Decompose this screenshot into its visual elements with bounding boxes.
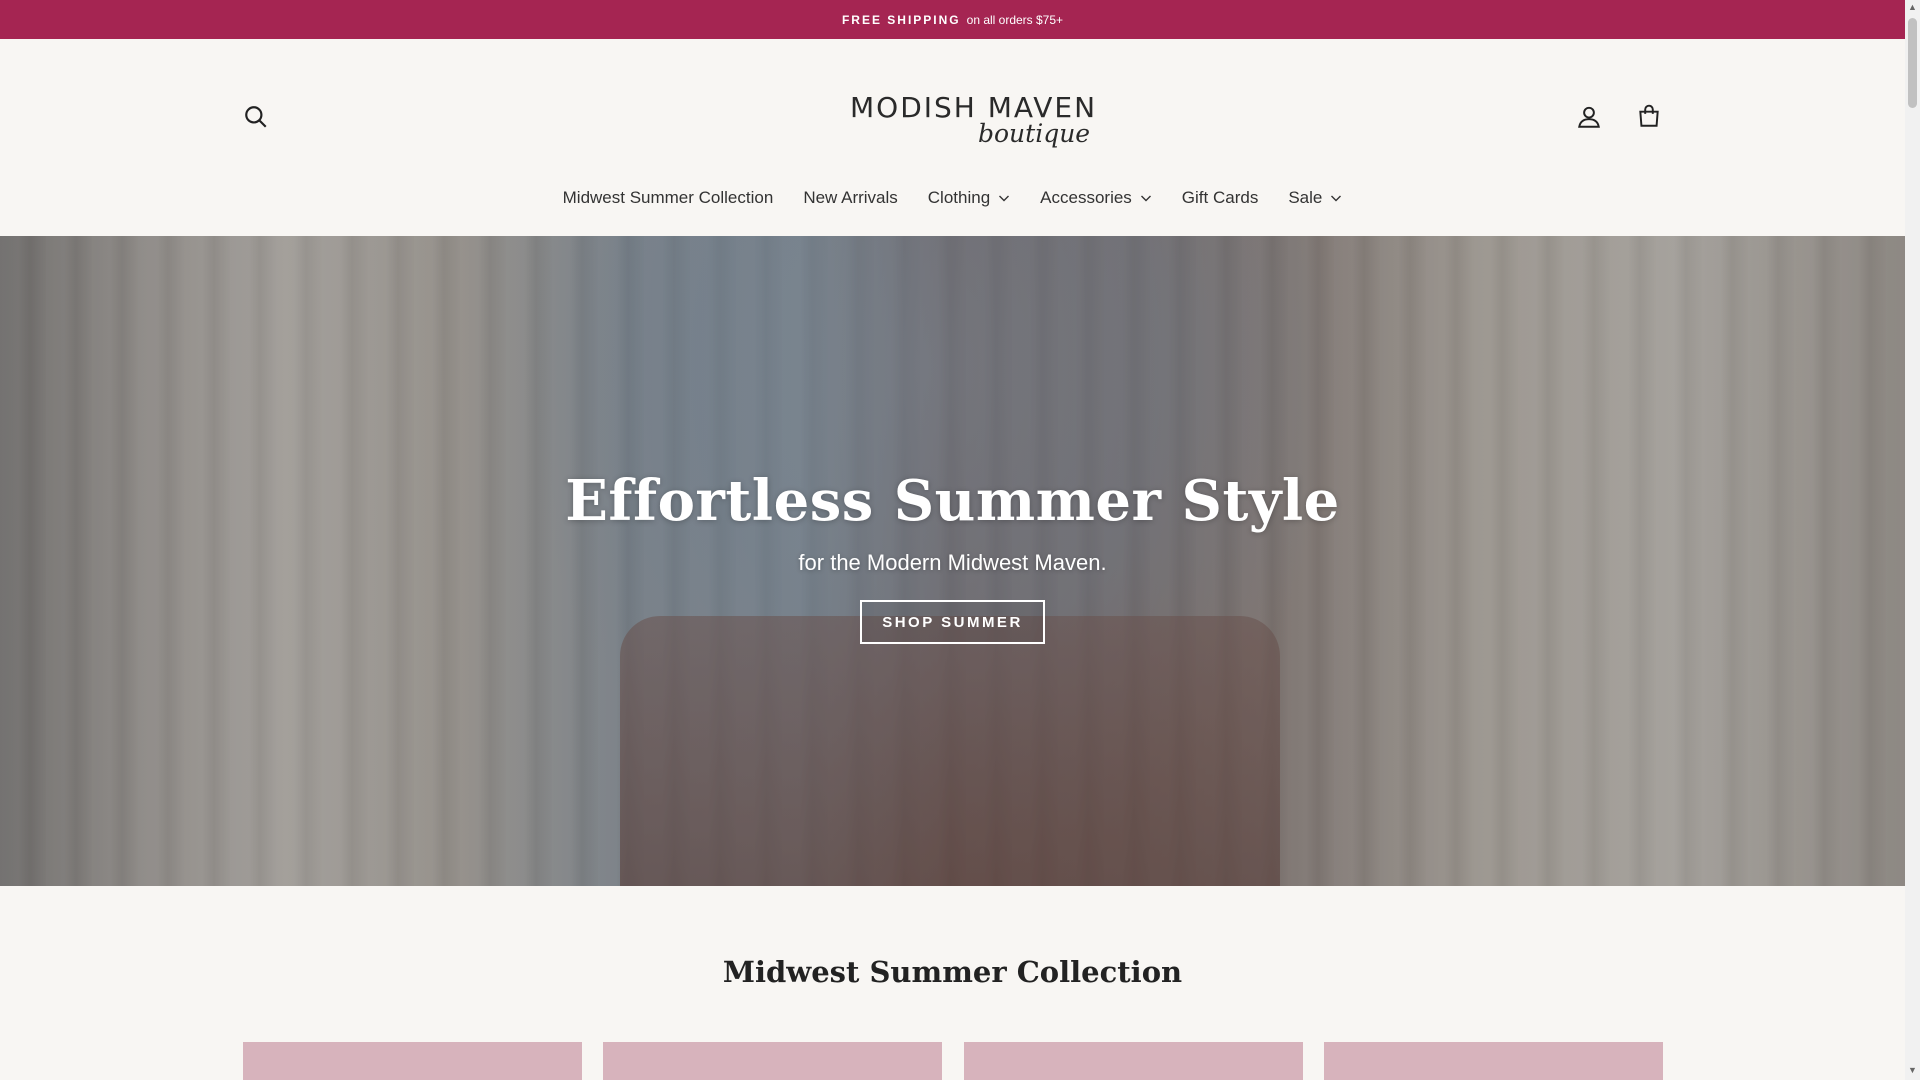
nav-label: Accessories	[1040, 188, 1132, 207]
nav-item-sale[interactable]: Sale	[1273, 188, 1357, 208]
nav-item-accessories[interactable]: Accessories	[1025, 188, 1167, 208]
account-icon	[1578, 106, 1600, 128]
nav-label: Gift Cards	[1181, 188, 1259, 207]
nav-item-gift-cards[interactable]: Gift Cards	[1167, 188, 1274, 208]
search-button[interactable]	[236, 97, 276, 137]
scroll-down-arrow-icon[interactable]: ▼	[1908, 1066, 1917, 1075]
site-logo[interactable]: MODISH MAVEN boutique	[846, 91, 1095, 159]
site-header: MODISH MAVEN boutique Midwest Summer Col…	[0, 39, 1905, 236]
logo-subtext: boutique	[978, 119, 1091, 148]
hero-content: Effortless Summer Style for the Modern M…	[0, 236, 1905, 886]
nav-label: Sale	[1288, 188, 1323, 207]
nav-item-new-arrivals[interactable]: New Arrivals	[788, 188, 912, 208]
chevron-down-icon	[1331, 195, 1342, 202]
chevron-down-icon	[999, 195, 1010, 202]
product-card[interactable]	[1324, 1042, 1663, 1080]
announcement-bar: FREE SHIPPING on all orders $75+	[0, 0, 1905, 39]
main-nav: Midwest Summer Collection New Arrivals C…	[0, 178, 1905, 218]
product-card[interactable]	[603, 1042, 942, 1080]
cart-button[interactable]	[1629, 96, 1669, 136]
search-icon	[245, 106, 267, 128]
cart-icon	[1639, 104, 1659, 127]
announcement-text: on all orders $75+	[966, 12, 1064, 27]
scroll-up-arrow-icon[interactable]: ▲	[1908, 3, 1917, 12]
hero-subtitle: for the Modern Midwest Maven.	[798, 550, 1107, 575]
scrollbar-thumb[interactable]	[1908, 18, 1917, 108]
hero-banner: Effortless Summer Style for the Modern M…	[0, 236, 1905, 886]
product-grid	[243, 1042, 1663, 1080]
nav-label: New Arrivals	[803, 188, 898, 207]
nav-label: Midwest Summer Collection	[562, 188, 774, 207]
nav-item-midwest-summer-collection[interactable]: Midwest Summer Collection	[548, 188, 789, 208]
page-scrollbar[interactable]: ▲ ▼	[1905, 0, 1920, 1080]
account-button[interactable]	[1569, 97, 1609, 137]
chevron-down-icon	[1140, 195, 1151, 202]
shop-summer-button[interactable]: SHOP SUMMER	[860, 600, 1045, 644]
nav-label: Clothing	[927, 188, 991, 207]
nav-item-clothing[interactable]: Clothing	[913, 188, 1025, 208]
collection-title: Midwest Summer Collection	[722, 955, 1183, 989]
hero-title: Effortless Summer Style	[565, 468, 1340, 534]
product-card[interactable]	[964, 1042, 1303, 1080]
announcement-strong: FREE SHIPPING	[841, 12, 961, 27]
product-card[interactable]	[243, 1042, 582, 1080]
